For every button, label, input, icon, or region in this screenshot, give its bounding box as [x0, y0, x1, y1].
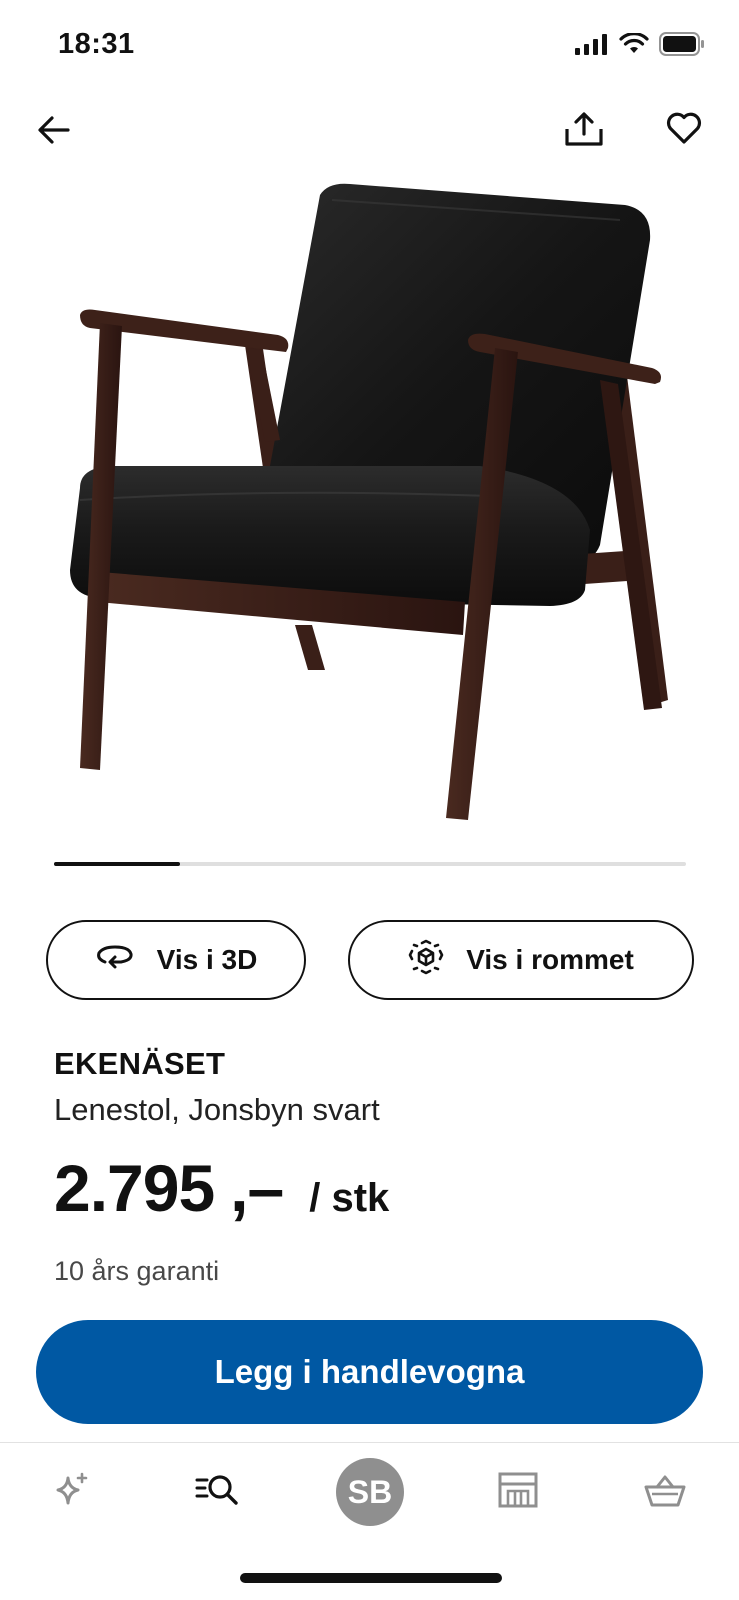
product-description: Lenestol, Jonsbyn svart [54, 1092, 380, 1127]
add-to-cart-label: Legg i handlevogna [214, 1353, 525, 1390]
price-unit: / stk [309, 1176, 390, 1220]
rotate-3d-icon [95, 944, 135, 977]
favorite-button[interactable] [660, 106, 708, 154]
carousel-progress [54, 862, 686, 866]
carousel-progress-fill [54, 862, 181, 866]
basket-icon [644, 1471, 686, 1514]
tab-search[interactable] [186, 1460, 250, 1524]
warranty-text: 10 års garanti [54, 1256, 220, 1286]
profile-initials: SB [347, 1473, 393, 1510]
product-name: EKENÄSET [54, 1046, 226, 1081]
tab-basket[interactable] [633, 1460, 697, 1524]
view-in-room-label: Vis i rommet [466, 944, 634, 975]
battery-icon [659, 32, 705, 61]
heart-icon [666, 112, 702, 149]
status-icons [575, 32, 705, 61]
price: 2.795 ,– / stk [54, 1150, 389, 1226]
profile-avatar[interactable]: SB [336, 1458, 404, 1526]
view-3d-label: Vis i 3D [156, 944, 258, 975]
tab-inspiration[interactable] [40, 1460, 104, 1524]
tab-store[interactable] [486, 1460, 550, 1524]
price-suffix: ,– [230, 1151, 284, 1225]
home-indicator[interactable] [240, 1573, 502, 1583]
view-3d-button[interactable]: Vis i 3D [46, 920, 306, 1000]
back-button[interactable] [30, 108, 78, 156]
sparkle-icon [52, 1470, 92, 1515]
status-bar: 18:31 [0, 0, 739, 96]
share-icon [564, 111, 604, 153]
store-icon [497, 1471, 539, 1514]
share-button[interactable] [560, 108, 608, 156]
price-amount: 2.795 [54, 1151, 215, 1225]
view-in-room-button[interactable]: Vis i rommet [348, 920, 694, 1000]
status-time: 18:31 [58, 28, 135, 60]
search-icon [195, 1470, 241, 1515]
tabbar-divider [0, 1442, 739, 1443]
signal-icon [575, 33, 609, 60]
ar-cube-icon [408, 939, 444, 982]
add-to-cart-button[interactable]: Legg i handlevogna [36, 1320, 703, 1424]
wifi-icon [619, 32, 649, 60]
arrow-left-icon [37, 115, 71, 150]
product-image[interactable] [40, 170, 700, 850]
